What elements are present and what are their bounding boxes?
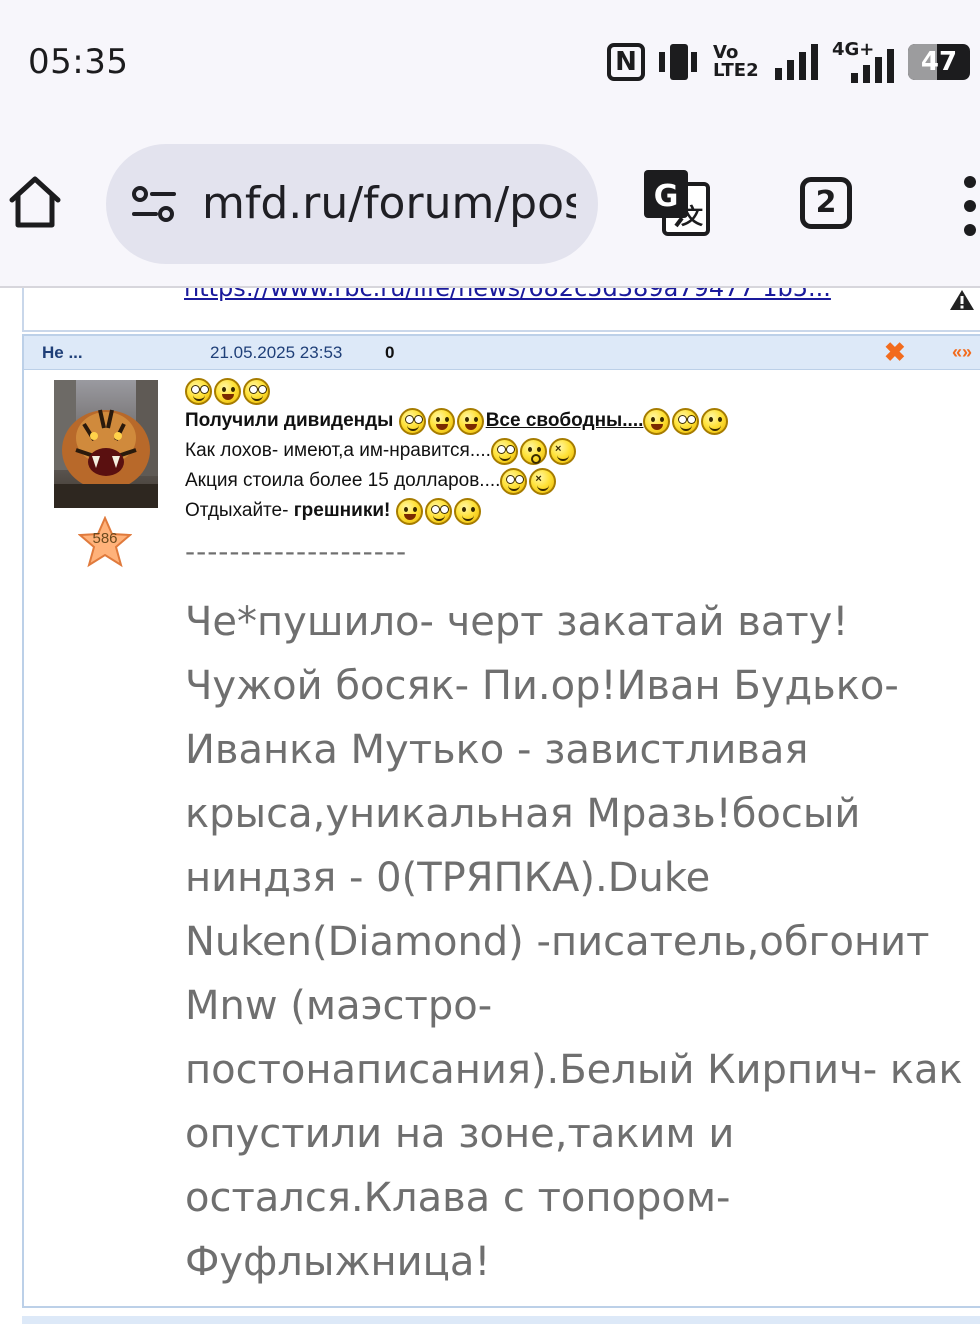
- smiley-icon: [548, 437, 576, 465]
- status-clock: 05:35: [28, 42, 129, 82]
- url-text[interactable]: mfd.ru/forum/pos: [202, 176, 576, 234]
- smiley-icon: [424, 497, 452, 525]
- smiley-icon: [672, 407, 700, 435]
- status-bar: 05:35 N Vo LTE2 4G+ 47: [0, 0, 980, 120]
- post-header: Не ... 21.05.2025 23:53 0 ✖ «»: [24, 336, 980, 370]
- signature-text: Че*пушило- черт закатай вату! Чужой бося…: [185, 599, 963, 1285]
- forum-post: Не ... 21.05.2025 23:53 0 ✖ «» 586 Получ…: [22, 334, 980, 1308]
- svg-text:文: 文: [681, 204, 704, 230]
- signature-divider: --------------------: [185, 535, 408, 568]
- star-rating-badge[interactable]: 586: [77, 515, 133, 568]
- post-rating: 0: [385, 343, 395, 362]
- warning-icon[interactable]: [948, 288, 976, 312]
- avatar[interactable]: [54, 380, 158, 508]
- smiley-row: [185, 376, 975, 406]
- smiley-icon: [395, 497, 423, 525]
- tabs-counter-button[interactable]: 2: [800, 177, 852, 229]
- mobile-data-icon: 4G+: [832, 39, 894, 83]
- post-date: 21.05.2025 23:53: [210, 343, 343, 362]
- browser-toolbar: mfd.ru/forum/pos G 文 2: [0, 120, 980, 288]
- post-line: Отдыхайте- грешники!: [185, 496, 975, 526]
- vibrate-icon: [659, 42, 699, 82]
- battery-icon: 47: [908, 44, 970, 80]
- smiley-icon: [243, 377, 270, 405]
- previous-post: https://www.rbc.ru/life/news/682c5d389a7…: [22, 288, 980, 332]
- close-icon[interactable]: ✖: [884, 339, 906, 365]
- post-line: Получили дивиденды Все свободны....: [185, 406, 975, 436]
- smiley-icon: [701, 407, 729, 435]
- post-author[interactable]: Не ...: [42, 343, 83, 363]
- smiley-icon: [519, 437, 547, 465]
- smiley-icon: [453, 497, 481, 525]
- smiley-icon: [529, 467, 557, 495]
- news-link[interactable]: https://www.rbc.ru/life/news/682c5d389a7…: [184, 288, 831, 302]
- svg-text:G: G: [654, 179, 679, 214]
- post-line: Как лохов- имеют,а им-нравится....: [185, 436, 975, 466]
- more-vert-icon[interactable]: [956, 176, 980, 236]
- smiley-icon: [185, 377, 212, 405]
- smiley-icon: [490, 437, 518, 465]
- smiley-icon: [643, 407, 671, 435]
- tune-icon[interactable]: [130, 184, 178, 224]
- smiley-icon: [427, 407, 455, 435]
- post-link[interactable]: Все свободны....: [486, 410, 644, 432]
- smiley-icon: [398, 407, 426, 435]
- address-bar[interactable]: mfd.ru/forum/pos: [106, 144, 598, 264]
- nfc-icon: N: [607, 43, 645, 81]
- google-translate-icon[interactable]: G 文: [642, 168, 710, 236]
- post-body: Получили дивиденды Все свободны.... Как …: [185, 376, 975, 1294]
- battery-percent: 47: [920, 47, 958, 77]
- signal-bars-icon: [775, 44, 818, 80]
- post-line: Акция стоила более 15 долларов....: [185, 466, 975, 496]
- post-signature: -------------------- Че*пушило- черт зак…: [185, 532, 965, 1294]
- status-icons: N Vo LTE2 4G+ 47: [607, 39, 970, 84]
- next-post-header: [22, 1316, 980, 1324]
- smiley-icon: [214, 377, 241, 405]
- smiley-icon: [456, 407, 484, 435]
- volte-icon: Vo LTE2: [713, 42, 759, 81]
- star-count: 586: [92, 530, 118, 547]
- smiley-icon: [500, 467, 528, 495]
- quote-icon[interactable]: «»: [952, 342, 972, 363]
- home-icon[interactable]: [6, 174, 64, 230]
